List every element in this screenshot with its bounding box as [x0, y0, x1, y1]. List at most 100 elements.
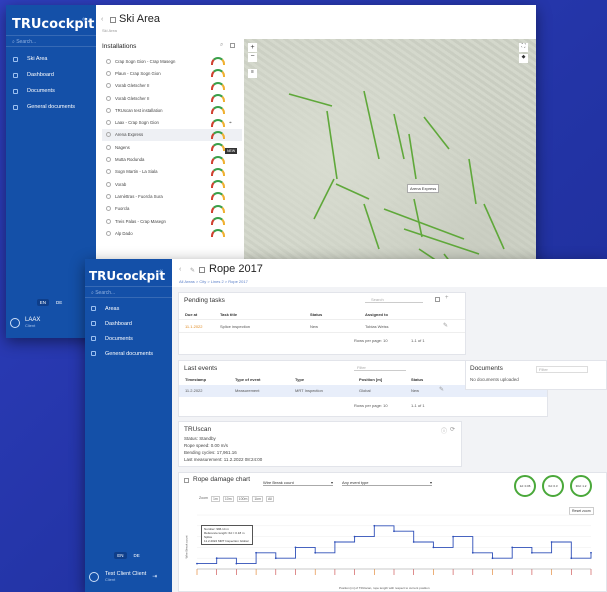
nav-item-areas[interactable]: Areas [85, 301, 172, 316]
rows-per-page[interactable]: Rows per page: 10 [354, 338, 388, 343]
data-point[interactable] [471, 551, 474, 554]
zoom-10m-button[interactable]: 10m [222, 496, 234, 502]
events-filter-input[interactable]: Filter [354, 365, 406, 371]
data-point[interactable] [274, 557, 277, 560]
data-point[interactable] [412, 541, 415, 543]
lang-de-button[interactable]: DE [53, 299, 65, 306]
installation-item[interactable]: Vorab [102, 178, 242, 190]
zoom-100m-button[interactable]: 100m [236, 496, 250, 502]
nav-item-dashboard[interactable]: Dashboard [85, 316, 172, 331]
calendar-icon[interactable] [230, 43, 235, 48]
zoom-in-button[interactable]: + [248, 43, 257, 52]
col-header[interactable]: Type [295, 377, 304, 382]
installation-item[interactable]: Plaun - Crap Sogn Gion [102, 67, 242, 79]
data-point[interactable] [196, 562, 198, 565]
installation-item[interactable]: Treis Palas - Crap Masegn [102, 215, 242, 227]
data-point[interactable] [215, 557, 218, 560]
search-icon[interactable]: ⌕ [220, 42, 223, 49]
installation-item[interactable]: Nagens [102, 141, 242, 153]
col-header[interactable]: Type of event [235, 377, 261, 382]
edit-icon[interactable]: ✎ [443, 322, 448, 329]
nav-item-general-documents[interactable]: General documents [6, 99, 96, 115]
installation-item[interactable]: Vorab Gletscher II [102, 92, 242, 104]
location-pin-icon[interactable]: ⌖ [229, 120, 232, 126]
data-point[interactable] [531, 551, 533, 554]
collapse-icon[interactable]: « [82, 16, 86, 23]
edit-icon[interactable]: ✎ [190, 267, 195, 274]
installation-label: Vorab [115, 181, 127, 187]
installation-item[interactable]: Crap Sogn Gion - Crap Masegn [102, 55, 242, 67]
lang-de-button[interactable]: DE [131, 552, 143, 559]
calendar-icon[interactable] [435, 297, 440, 302]
col-header[interactable]: Task title [220, 312, 237, 317]
logout-icon[interactable]: ⇥ [152, 573, 157, 580]
data-point[interactable] [235, 562, 238, 565]
installation-item[interactable]: Arena Express [102, 128, 242, 142]
metric-select[interactable]: Wire Break count ▾ [263, 480, 333, 486]
edit-icon[interactable]: ✎ [439, 386, 444, 393]
sidebar-search[interactable]: ⌕ Search... [85, 286, 172, 298]
col-header[interactable]: Status [310, 312, 322, 317]
data-point[interactable] [334, 541, 336, 543]
nav-item-ski-area[interactable]: Ski Area [6, 51, 96, 67]
user-profile[interactable]: Test Client Client Client ⇥ [89, 571, 157, 582]
documents-filter-input[interactable]: Filter [536, 366, 588, 373]
compass-button[interactable]: ◆ [519, 54, 528, 63]
layers-button[interactable]: ≡ [248, 69, 257, 78]
nav-item-general-documents[interactable]: General documents [85, 346, 172, 361]
col-header[interactable]: Due at [185, 312, 197, 317]
user-profile[interactable]: LAAX Client [10, 317, 40, 328]
back-icon[interactable]: ‹ [179, 266, 181, 273]
rows-per-page[interactable]: Rows per page: 10 [354, 403, 388, 408]
zoom-all-button[interactable]: All [266, 496, 274, 502]
zoom-1km-button[interactable]: 1km [252, 496, 264, 502]
event-type-select[interactable]: Any event type ▾ [342, 480, 432, 486]
col-header[interactable]: Status [411, 377, 423, 382]
nav-item-dashboard[interactable]: Dashboard [6, 67, 96, 83]
data-point[interactable] [373, 524, 376, 527]
lang-en-button[interactable]: EN [36, 299, 49, 306]
data-point[interactable] [452, 535, 454, 538]
breadcrumb[interactable]: All Areas > City > Lines 2 > Rope 2017 [179, 279, 248, 284]
back-icon[interactable]: ‹ [101, 16, 103, 23]
rope-damage-chart[interactable] [191, 507, 601, 585]
sidebar-search[interactable]: ⌕ Search... [6, 35, 96, 47]
data-point[interactable] [432, 546, 435, 549]
installation-item[interactable]: Larnèttras - Fuorcla Sura [102, 190, 242, 202]
nav-item-documents[interactable]: Documents [6, 83, 96, 99]
col-header[interactable]: Position [m] [359, 377, 382, 382]
data-point[interactable] [314, 551, 317, 554]
data-point[interactable] [590, 551, 592, 554]
installation-item[interactable]: Mutta Rodunda [102, 153, 242, 165]
data-point[interactable] [491, 557, 494, 560]
data-point[interactable] [353, 535, 356, 538]
refresh-icon[interactable]: ⟳ [450, 426, 455, 433]
data-point[interactable] [255, 551, 257, 554]
installation-item[interactable]: Alp Dado [102, 227, 242, 239]
map-marker-label[interactable]: Arena Express [407, 184, 440, 193]
pending-search-input[interactable]: Search [365, 297, 423, 303]
data-point[interactable] [550, 541, 553, 543]
installation-item[interactable]: Fuorcla [102, 203, 242, 215]
installation-item[interactable]: Laax - Crap Sogn Gion ⌖ [102, 116, 242, 128]
col-header[interactable]: Assigned to [365, 312, 388, 317]
data-point[interactable] [570, 557, 573, 560]
zoom-out-button[interactable]: − [248, 53, 257, 62]
fullscreen-button[interactable]: ⛶ [519, 43, 528, 52]
installation-item[interactable]: TRUscan test installation [102, 104, 242, 116]
col-header[interactable]: Timestamp [185, 377, 206, 382]
installation-item[interactable]: Vorab Gletscher II [102, 80, 242, 92]
folder-icon [91, 351, 96, 356]
zoom-1m-button[interactable]: 1m [210, 496, 220, 502]
data-point[interactable] [511, 546, 514, 549]
data-point[interactable] [294, 546, 297, 549]
add-task-icon[interactable]: + [445, 295, 449, 301]
lang-en-button[interactable]: EN [114, 552, 127, 559]
nav-item-documents[interactable]: Documents [85, 331, 172, 346]
data-point[interactable] [393, 530, 395, 533]
table-row[interactable]: 11.1.2022 Splice inspection New Tobias W… [179, 319, 465, 333]
breadcrumb[interactable]: Ski Area [102, 28, 117, 33]
collapse-icon[interactable]: « [159, 268, 163, 275]
info-icon[interactable]: ⓘ [441, 426, 447, 435]
installation-item[interactable]: Sogn Martin - La Siala [102, 166, 242, 178]
